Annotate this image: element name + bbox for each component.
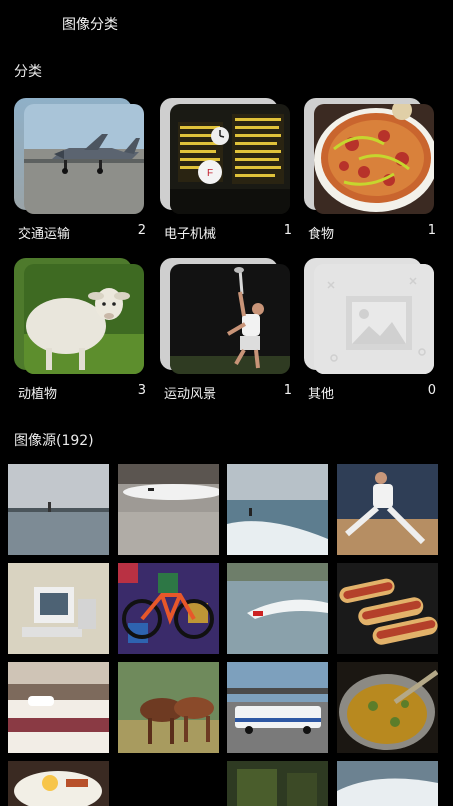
- grid-image-surfing[interactable]: [227, 464, 328, 555]
- grid-image-harbor[interactable]: [8, 464, 109, 555]
- grid-image-cooking-pot[interactable]: [337, 662, 438, 753]
- category-count: 3: [137, 383, 146, 398]
- category-count: 1: [283, 383, 292, 398]
- category-thumbnail-stack: [14, 258, 146, 376]
- grid-image-bedroom[interactable]: [8, 662, 109, 753]
- sheep-thumbnail: [24, 264, 144, 374]
- grid-image-private-jet[interactable]: [118, 464, 219, 555]
- grid-image-breakfast[interactable]: [8, 761, 109, 806]
- grid-image-baseball[interactable]: [337, 464, 438, 555]
- tennis-thumbnail: [170, 264, 290, 374]
- category-card-electronics[interactable]: F 电子机械 1: [160, 98, 292, 248]
- categories-section-title: 分类: [14, 64, 42, 80]
- image-sources-section-title: 图像源(192): [14, 433, 94, 449]
- placeholder-thumbnail: [314, 264, 434, 374]
- pizza-thumbnail: [314, 104, 434, 214]
- category-name: 食物: [308, 227, 335, 242]
- grid-image-bus[interactable]: [227, 662, 328, 753]
- category-name: 其他: [308, 387, 335, 402]
- app-title: 图像分类: [62, 17, 118, 33]
- grid-image-green-scene[interactable]: [227, 761, 328, 806]
- grid-image-wave[interactable]: [337, 761, 438, 806]
- category-thumbnail-stack: [14, 98, 146, 216]
- grid-image-bicycle[interactable]: [118, 563, 219, 654]
- grid-image-computer-desk[interactable]: [8, 563, 109, 654]
- category-card-other[interactable]: 其他 0: [304, 258, 436, 408]
- category-thumbnail-stack: F: [160, 98, 292, 216]
- grid-image-horses[interactable]: [118, 662, 219, 753]
- category-thumbnail-stack: [304, 98, 436, 216]
- category-thumbnail-stack: [304, 258, 436, 376]
- svg-text:F: F: [207, 168, 213, 179]
- category-count: 1: [283, 223, 292, 238]
- category-count: 0: [427, 383, 436, 398]
- jet-thumbnail: [24, 104, 144, 214]
- grid-image-jet-ski[interactable]: [227, 563, 328, 654]
- image-placeholder-icon: [314, 264, 434, 374]
- category-name: 电子机械: [164, 227, 217, 242]
- category-name: 运动风景: [164, 387, 217, 402]
- grid-image-hot-dogs[interactable]: [337, 563, 438, 654]
- board-thumbnail: F: [170, 104, 290, 214]
- category-card-animals-plants[interactable]: 动植物 3: [14, 258, 146, 408]
- category-card-sports-scenery[interactable]: 运动风景 1: [160, 258, 292, 408]
- category-count: 1: [427, 223, 436, 238]
- category-card-transport[interactable]: 交通运输 2: [14, 98, 146, 248]
- category-count: 2: [137, 223, 146, 238]
- category-card-food[interactable]: 食物 1: [304, 98, 436, 248]
- category-thumbnail-stack: [160, 258, 292, 376]
- category-name: 交通运输: [18, 227, 71, 242]
- category-name: 动植物: [18, 387, 58, 402]
